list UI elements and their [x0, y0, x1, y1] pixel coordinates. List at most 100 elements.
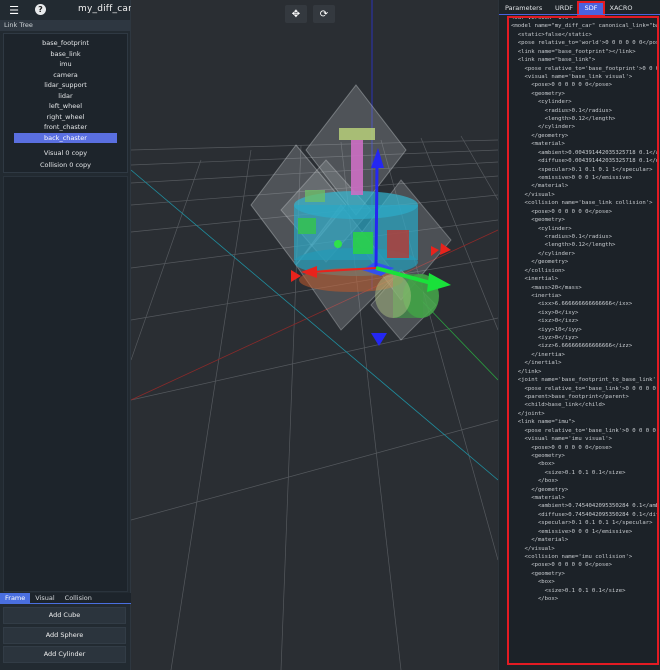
add-sphere-button[interactable]: Add Sphere — [3, 626, 126, 644]
tree-subitem-collision[interactable]: Collision 0 copy — [14, 159, 117, 171]
tab-urdf[interactable]: URDF — [549, 3, 579, 14]
code-line: </visual> — [511, 191, 555, 198]
tree-item-right-wheel[interactable]: right_wheel — [14, 112, 117, 123]
code-line: <iyy>10</iyy> — [511, 326, 582, 333]
properties-panel — [3, 176, 128, 592]
code-line: </joint> — [511, 410, 545, 417]
tree-item-back-chaster[interactable]: back_chaster — [14, 132, 117, 143]
code-line: <link name="imu"> — [511, 419, 575, 426]
code-line: <diffuse>0.7454042095350284 0.1</diffuse… — [537, 511, 659, 518]
add-cylinder-button[interactable]: Add Cylinder — [3, 646, 126, 663]
code-line: </box> — [511, 478, 559, 485]
code-line: <specular>0.1 0.1 0.1 1</specular> — [511, 520, 653, 527]
add-cube-button[interactable]: Add Cube — [3, 607, 126, 624]
tree-item-front-chaster[interactable]: front_chaster — [14, 122, 117, 133]
code-line: <cylinder> — [511, 225, 572, 232]
code-line: <radius>0.1</radius> — [511, 107, 613, 114]
3d-viewport[interactable]: ✥ ⟳ — [131, 0, 498, 670]
code-line: <ixx>6.666666666666666</ixx> — [511, 301, 633, 308]
tree-item-camera[interactable]: camera — [14, 70, 117, 81]
code-line: <izz>6.666666666666666</izz> — [511, 343, 633, 350]
code-line: <ambient>0.7454042095350284 0.1</ambient… — [537, 503, 659, 510]
code-line: <parent>base_footprint</parent> — [511, 393, 629, 400]
code-line: <pose relative_to='base_footprint'>0 0 0… — [524, 65, 659, 72]
code-line: <ixz>0</ixz> — [511, 318, 579, 325]
tab-parameters[interactable]: Parameters — [502, 3, 549, 14]
code-line: <link name="base_link"> — [511, 57, 596, 64]
code-line: </cylinder> — [511, 124, 575, 131]
tree-subitem-visual[interactable]: Visual 0 copy — [14, 147, 117, 159]
code-line: <mass>20</mass> — [511, 284, 582, 291]
format-tabs: Parameters URDF SDF XACRO — [499, 1, 660, 16]
sdf-code-view[interactable]: <sdf version="1.6"> <model name="my_diff_… — [507, 16, 659, 665]
code-line: <ixy>0</ixy> — [511, 309, 579, 316]
scene-canvas[interactable] — [131, 0, 498, 670]
code-line: <pose>0 0 0 0 0 0</pose> — [511, 82, 613, 89]
app-title: my_diff_car — [78, 4, 133, 14]
code-line: <pose>0 0 0 0 0 0</pose> — [511, 562, 613, 569]
tree-item-base-footprint[interactable]: base_footprint — [14, 38, 117, 49]
code-line: <iyz>0</iyz> — [511, 335, 579, 342]
code-line: <joint name='base_footprint_to_base_link… — [517, 377, 656, 384]
code-line: </collision> — [511, 267, 565, 274]
code-line: <link name="base_footprint"></link> — [511, 48, 636, 55]
code-line: <material> — [511, 495, 565, 502]
code-line: </visual> — [511, 545, 555, 552]
code-line: </box> — [511, 596, 559, 603]
code-line: <material> — [511, 141, 565, 148]
tree-item-left-wheel[interactable]: left_wheel — [14, 101, 117, 112]
refresh-icon[interactable]: ⟳ — [313, 5, 335, 23]
code-line: <collision name='imu collision'> — [511, 554, 633, 560]
code-line: </link> — [511, 368, 542, 375]
code-line: <box> — [511, 579, 555, 586]
code-line: <model name="my_diff_car" canonical_link… — [511, 23, 659, 30]
tab-visual[interactable]: Visual — [30, 593, 59, 603]
code-line: <geometry> — [511, 217, 565, 224]
code-line: <emissive>0 0 0 1</emissive> — [511, 528, 633, 535]
code-line: <diffuse>0.004391442035325718 0.1</diffu… — [537, 158, 659, 165]
tree-item-imu[interactable]: imu — [14, 59, 117, 70]
code-line: <child>base_link</child> — [511, 402, 606, 409]
code-line: <geometry> — [511, 570, 565, 577]
code-line: <specular>0.1 0.1 0.1 1</specular> — [511, 166, 653, 173]
code-line: </material> — [511, 537, 569, 544]
robot-model[interactable] — [250, 84, 452, 341]
left-panel: ☰ ? my_diff_car Link Tree base_footprint… — [0, 0, 133, 670]
code-line: <visual name='imu visual'> — [511, 436, 613, 443]
code-line: <pose relative_to='base_link'>0 0 0 0 0 … — [524, 385, 656, 392]
tab-sdf[interactable]: SDF — [577, 1, 605, 16]
code-line: <pose relative_to='base_link'>0 0 0 0 0 … — [524, 427, 656, 434]
tab-collision[interactable]: Collision — [60, 593, 97, 603]
help-icon[interactable]: ? — [35, 4, 46, 15]
code-content: <sdf version="1.6"> <model name="my_diff_… — [509, 18, 659, 604]
code-line: <length>0.12</length> — [511, 116, 616, 123]
code-line: <ambient>0.004391442035325718 0.1</ambie… — [537, 149, 659, 156]
tab-frame[interactable]: Frame — [0, 593, 31, 603]
tab-underline — [499, 14, 660, 15]
tab-xacro[interactable]: XACRO — [606, 3, 636, 14]
code-line: </inertia> — [511, 351, 565, 358]
add-shape-buttons: Add Cube Add Sphere Add Cylinder — [3, 607, 127, 666]
element-tabs: Frame Visual Collision — [0, 593, 131, 604]
tree-item-base-link[interactable]: base_link — [14, 49, 117, 60]
code-line: <pose>0 0 0 0 0 0</pose> — [511, 444, 613, 451]
code-line: <collision name='base_link collision'> — [511, 200, 653, 207]
code-line: </material> — [511, 183, 569, 190]
code-line: <radius>0.1</radius> — [511, 233, 613, 240]
code-line: </geometry> — [511, 259, 569, 266]
code-line: <size>0.1 0.1 0.1</size> — [511, 587, 626, 594]
view-toolbar: ✥ ⟳ — [285, 5, 335, 23]
right-panel: Parameters URDF SDF XACRO <sdf version="… — [498, 0, 660, 670]
code-line: <static>false</static> — [511, 31, 592, 38]
link-tree-header: Link Tree — [0, 20, 130, 31]
code-line: </geometry> — [511, 486, 569, 493]
move-icon[interactable]: ✥ — [285, 5, 307, 23]
code-line: <pose>0 0 0 0 0 0</pose> — [511, 208, 613, 215]
code-line: </geometry> — [511, 132, 569, 139]
code-line: </inertial> — [511, 360, 562, 367]
code-line: <inertial> — [511, 276, 559, 283]
menu-icon[interactable]: ☰ — [7, 3, 21, 17]
code-line: <size>0.1 0.1 0.1</size> — [511, 469, 626, 476]
tree-item-lidar-support[interactable]: lidar_support — [14, 80, 117, 91]
tree-item-lidar[interactable]: lidar — [14, 91, 117, 102]
